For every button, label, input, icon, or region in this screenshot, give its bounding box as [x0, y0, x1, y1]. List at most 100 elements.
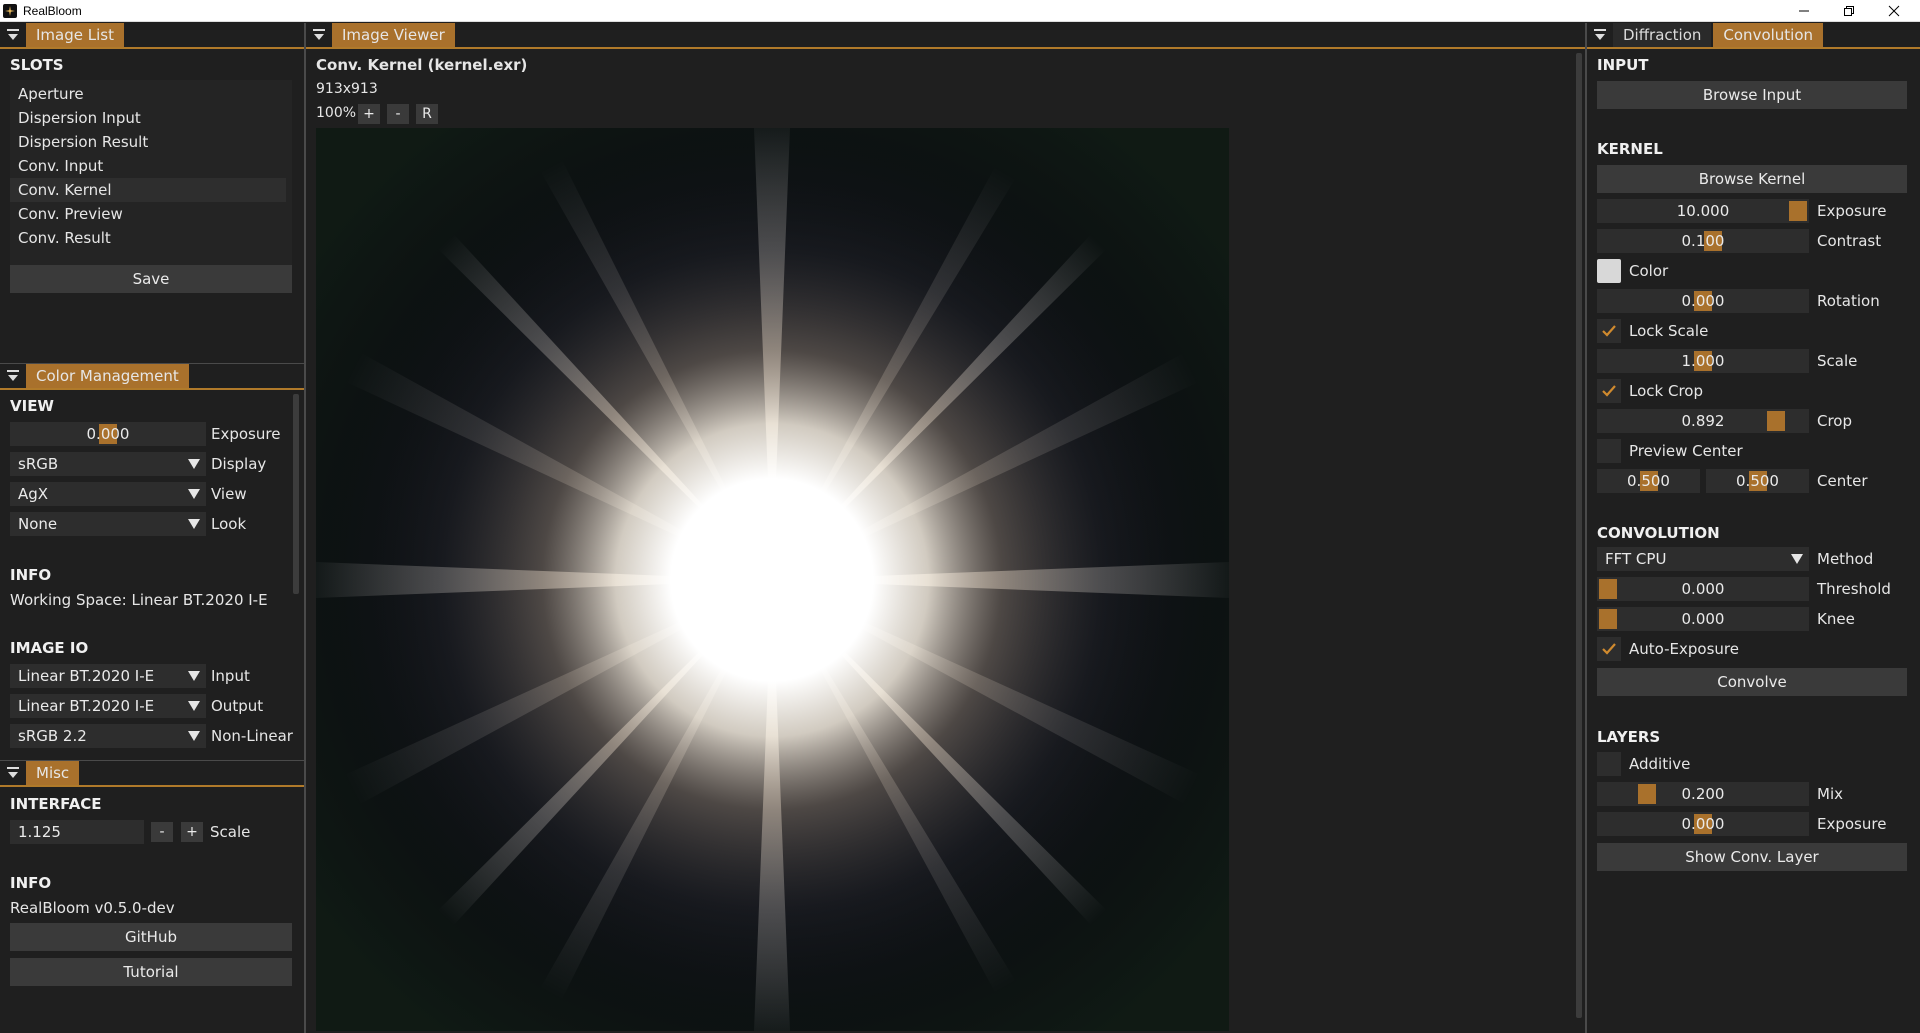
layer-exposure-value: 0.000 — [1681, 815, 1725, 833]
minimize-button[interactable] — [1782, 0, 1826, 22]
close-icon — [1888, 5, 1900, 17]
mix-slider[interactable]: 0.200 — [1597, 782, 1809, 806]
kernel-scale-slider[interactable]: 1.000 — [1597, 349, 1809, 373]
interface-title: INTERFACE — [10, 795, 102, 813]
layer-exposure-slider[interactable]: 0.000 — [1597, 812, 1809, 836]
output-colorspace-label: Output — [211, 697, 264, 715]
convolve-button[interactable]: Convolve — [1597, 668, 1907, 696]
slider-grab[interactable] — [1767, 411, 1785, 431]
chevron-down-icon — [182, 724, 206, 748]
knee-value: 0.000 — [1681, 610, 1725, 628]
kernel-scale-value: 1.000 — [1681, 352, 1725, 370]
kernel-color-swatch[interactable] — [1597, 259, 1621, 283]
kernel-color-label: Color — [1629, 262, 1669, 280]
scale-decrease-button[interactable]: - — [151, 822, 173, 842]
tab-color-management[interactable]: Color Management — [26, 364, 189, 388]
knee-slider[interactable]: 0.000 — [1597, 607, 1809, 631]
list-item[interactable]: Aperture — [10, 82, 286, 106]
image-io-title: IMAGE IO — [10, 639, 89, 657]
chevron-down-icon — [1785, 547, 1809, 571]
auto-exposure-checkbox[interactable] — [1597, 637, 1621, 661]
show-conv-layer-button[interactable]: Show Conv. Layer — [1597, 843, 1907, 871]
kernel-contrast-slider[interactable]: 0.100 — [1597, 229, 1809, 253]
list-item-selected[interactable]: Conv. Kernel — [10, 178, 286, 202]
browse-input-button[interactable]: Browse Input — [1597, 81, 1907, 109]
close-button[interactable] — [1872, 0, 1916, 22]
collapse-button[interactable] — [0, 23, 26, 47]
cm-exposure-label: Exposure — [211, 425, 281, 443]
preview-center-checkbox[interactable] — [1597, 439, 1621, 463]
threshold-value: 0.000 — [1681, 580, 1725, 598]
collapse-menu-icon — [1594, 29, 1606, 40]
kernel-rotation-slider[interactable]: 0.000 — [1597, 289, 1809, 313]
look-dropdown[interactable]: None — [10, 512, 206, 536]
zoom-in-button[interactable]: + — [358, 104, 380, 124]
window-title: RealBloom — [23, 3, 82, 18]
list-item[interactable]: Conv. Input — [10, 154, 286, 178]
additive-checkbox[interactable] — [1597, 752, 1621, 776]
viewer-scrollbar[interactable] — [1576, 53, 1582, 1018]
threshold-slider[interactable]: 0.000 — [1597, 577, 1809, 601]
slider-grab[interactable] — [1599, 609, 1617, 629]
minimize-icon — [1799, 10, 1809, 12]
tab-diffraction[interactable]: Diffraction — [1613, 23, 1712, 47]
image-viewer-header: Image Viewer — [306, 23, 1585, 49]
list-item[interactable]: Conv. Preview — [10, 202, 286, 226]
kernel-contrast-value: 0.100 — [1681, 232, 1725, 250]
ui-scale-input[interactable]: 1.125 — [10, 820, 144, 844]
output-colorspace-dropdown[interactable]: Linear BT.2020 I-E — [10, 694, 206, 718]
nonlinear-dropdown[interactable]: sRGB 2.2 — [10, 724, 206, 748]
list-item[interactable]: Dispersion Input — [10, 106, 286, 130]
input-colorspace-dropdown[interactable]: Linear BT.2020 I-E — [10, 664, 206, 688]
tab-misc[interactable]: Misc — [26, 761, 80, 785]
lock-scale-checkbox[interactable] — [1597, 319, 1621, 343]
zoom-reset-button[interactable]: R — [416, 104, 438, 124]
display-value: sRGB — [18, 455, 59, 473]
slots-list: Aperture Dispersion Input Dispersion Res… — [10, 80, 292, 276]
scale-increase-button[interactable]: + — [181, 822, 203, 842]
convolution-title: CONVOLUTION — [1597, 524, 1720, 542]
mix-value: 0.200 — [1681, 785, 1725, 803]
collapse-button[interactable] — [1587, 23, 1613, 47]
github-button[interactable]: GitHub — [10, 923, 292, 951]
kernel-exposure-slider[interactable]: 10.000 — [1597, 199, 1809, 223]
kernel-crop-slider[interactable]: 0.892 — [1597, 409, 1809, 433]
slider-grab[interactable] — [1789, 201, 1807, 221]
method-dropdown[interactable]: FFT CPU — [1597, 547, 1809, 571]
slider-grab[interactable] — [1638, 784, 1656, 804]
app-icon — [3, 3, 17, 18]
view-dropdown[interactable]: AgX — [10, 482, 206, 506]
scrollbar[interactable] — [293, 394, 299, 594]
save-button[interactable]: Save — [10, 265, 292, 293]
tab-image-viewer[interactable]: Image Viewer — [332, 23, 455, 47]
tutorial-button[interactable]: Tutorial — [10, 958, 292, 986]
chevron-down-icon — [182, 694, 206, 718]
lock-crop-checkbox[interactable] — [1597, 379, 1621, 403]
image-list-panel: Image List SLOTS Aperture Dispersion Inp… — [0, 23, 304, 363]
nonlinear-value: sRGB 2.2 — [18, 727, 87, 745]
collapse-button[interactable] — [306, 23, 332, 47]
checkmark-icon — [1602, 643, 1616, 655]
collapse-menu-icon — [7, 767, 19, 778]
collapse-button[interactable] — [0, 364, 26, 388]
kernel-title: KERNEL — [1597, 140, 1663, 158]
center-y-slider[interactable]: 0.500 — [1706, 469, 1809, 493]
slider-grab[interactable] — [1599, 579, 1617, 599]
view-label: View — [211, 485, 247, 503]
restore-button[interactable] — [1827, 0, 1871, 22]
list-item[interactable]: Dispersion Result — [10, 130, 286, 154]
cm-exposure-slider[interactable]: 0.000 — [10, 422, 206, 446]
tab-convolution[interactable]: Convolution — [1713, 23, 1824, 47]
kernel-rotation-label: Rotation — [1817, 292, 1880, 310]
zoom-out-button[interactable]: - — [387, 104, 409, 124]
list-item[interactable]: Conv. Result — [10, 226, 286, 250]
mix-label: Mix — [1817, 785, 1843, 803]
collapse-button[interactable] — [0, 761, 26, 785]
browse-kernel-button[interactable]: Browse Kernel — [1597, 165, 1907, 193]
center-x-slider[interactable]: 0.500 — [1597, 469, 1700, 493]
zoom-level: 100% — [316, 105, 357, 121]
tab-image-list[interactable]: Image List — [26, 23, 124, 47]
misc-panel: Misc INTERFACE 1.125 - + Scale INFO Real… — [0, 761, 304, 1033]
display-dropdown[interactable]: sRGB — [10, 452, 206, 476]
kernel-scale-label: Scale — [1817, 352, 1858, 370]
